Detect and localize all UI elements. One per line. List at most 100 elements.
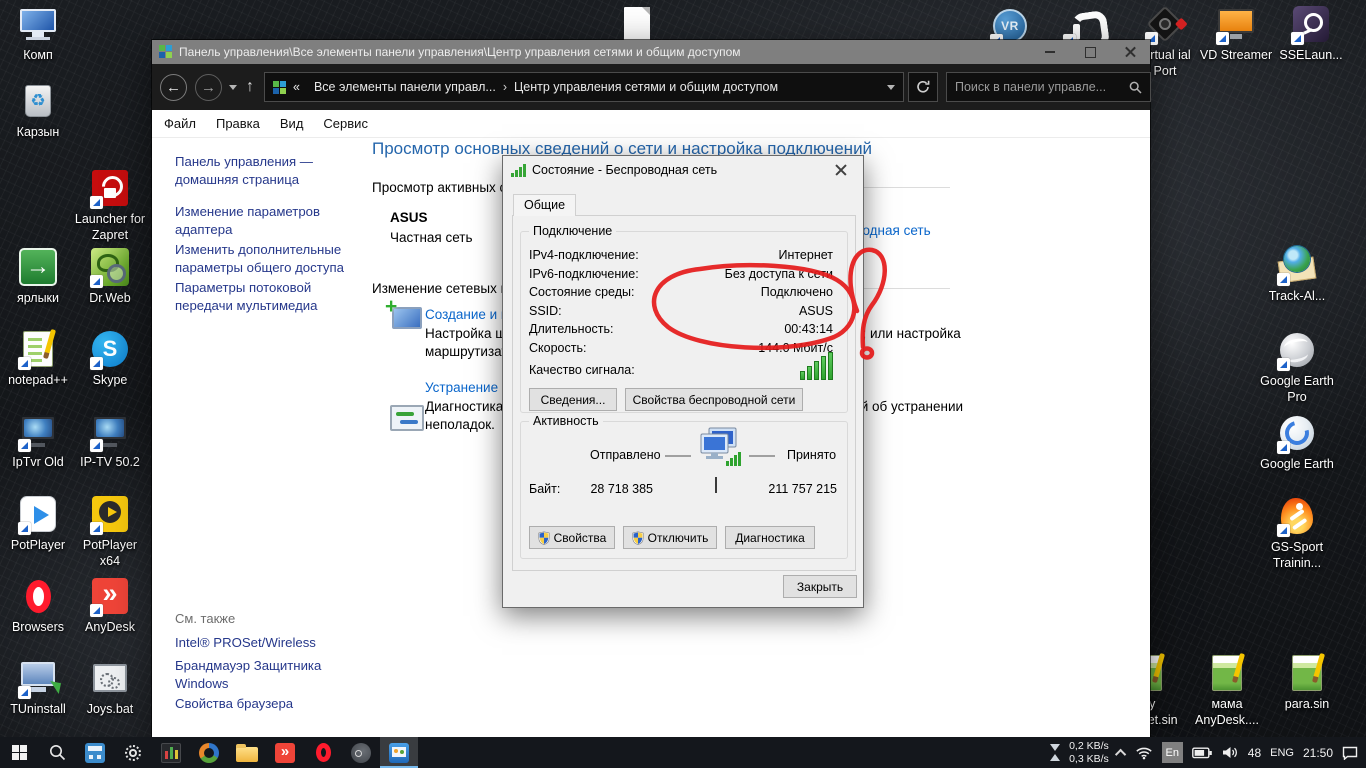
taskbar-anydesk-button[interactable] bbox=[266, 737, 304, 768]
forward-button[interactable]: → bbox=[195, 73, 222, 101]
desktop-icon-track-al[interactable]: Track-Al... bbox=[1260, 245, 1334, 304]
desktop-icon-anydesk[interactable]: AnyDesk bbox=[73, 576, 147, 635]
menu-edit[interactable]: Правка bbox=[206, 116, 270, 131]
opera-ring-icon bbox=[315, 743, 331, 762]
received-label: Принято bbox=[787, 448, 837, 462]
dialog-titlebar[interactable]: Состояние - Беспроводная сеть bbox=[503, 156, 863, 184]
hidden-icons-chevron-icon[interactable] bbox=[1114, 748, 1127, 760]
taskbar-calculator-button[interactable] bbox=[76, 737, 114, 768]
wifi-icon[interactable] bbox=[1135, 746, 1153, 760]
search-input[interactable] bbox=[955, 80, 1129, 94]
breadcrumb-separator: › bbox=[502, 80, 508, 94]
taskbar-settings-button[interactable] bbox=[114, 737, 152, 768]
network-name: ASUS bbox=[390, 210, 428, 225]
sidebar-item-media-streaming[interactable]: Параметры потоковой передачи мультимедиа bbox=[175, 279, 355, 315]
desktop-icon-gs-sport[interactable]: GS-Sport Trainin... bbox=[1260, 496, 1334, 571]
desktop-icon-mama-anydesk[interactable]: мама AnyDesk.... bbox=[1190, 653, 1264, 728]
button-label: Свойства bbox=[553, 530, 607, 545]
network-speed-indicator[interactable]: 0,2 KB/s 0,3 KB/s bbox=[1069, 740, 1109, 764]
desktop-icon-zapret[interactable]: Launcher for Zapret bbox=[73, 168, 147, 243]
breadcrumb-overflow[interactable]: « bbox=[293, 80, 300, 94]
recent-pages-chevron-icon[interactable] bbox=[229, 84, 237, 90]
menu-file[interactable]: Файл bbox=[154, 116, 206, 131]
network-type: Частная сеть bbox=[390, 230, 473, 245]
sidebar-item-browser-properties[interactable]: Свойства браузера bbox=[175, 695, 293, 713]
desktop-icon-notepadpp[interactable]: notepad++ bbox=[1, 329, 75, 388]
desktop-icon-skype[interactable]: Skype bbox=[73, 329, 147, 388]
close-icon[interactable] bbox=[818, 156, 863, 184]
disconnect-button[interactable]: Отключить bbox=[623, 526, 717, 549]
desktop-icon-google-earth[interactable]: Google Earth bbox=[1260, 413, 1334, 472]
search-box[interactable] bbox=[946, 72, 1151, 102]
up-button[interactable]: ↑ bbox=[246, 78, 254, 96]
refresh-button[interactable] bbox=[908, 72, 938, 102]
desktop-icon-iptvr-old[interactable]: IpTvr Old bbox=[1, 411, 75, 470]
desktop-icon-label: Joys.bat bbox=[86, 702, 134, 716]
taskbar-monitor-app-button[interactable] bbox=[152, 737, 190, 768]
desktop-icon-computer[interactable]: Комп bbox=[1, 4, 75, 63]
desktop-icon-recycle-bin[interactable]: Карзын bbox=[1, 81, 75, 140]
taskbar-round-app-button[interactable] bbox=[342, 737, 380, 768]
divider bbox=[665, 455, 691, 457]
desktop-icon-iptv-502[interactable]: IP-TV 50.2 bbox=[73, 411, 147, 470]
taskbar-search-button[interactable] bbox=[38, 737, 76, 768]
upload-speed: 0,3 KB/s bbox=[1069, 752, 1109, 765]
desktop-icon-potplayer-x64[interactable]: PotPlayer x64 bbox=[73, 494, 147, 569]
breadcrumb-network-center[interactable]: Центр управления сетями и общим доступом bbox=[514, 80, 778, 94]
desktop-icon-document[interactable] bbox=[600, 4, 674, 44]
sidebar-item-home[interactable]: Панель управления — домашняя страница bbox=[175, 153, 353, 189]
desktop-icon-label: PotPlayer x64 bbox=[82, 538, 138, 568]
maximize-button[interactable] bbox=[1070, 40, 1110, 64]
clock[interactable]: 21:50 bbox=[1303, 746, 1333, 760]
tv-icon bbox=[1, 411, 75, 452]
close-dialog-button[interactable]: Закрыть bbox=[783, 575, 857, 598]
minimize-button[interactable] bbox=[1030, 40, 1070, 64]
battery-icon[interactable] bbox=[1191, 747, 1213, 759]
desktop-icon-joys-bat[interactable]: Joys.bat bbox=[73, 658, 147, 717]
wireless-properties-button[interactable]: Свойства беспроводной сети bbox=[625, 388, 803, 411]
tv-icon bbox=[73, 411, 147, 452]
temperature-indicator[interactable]: 48 bbox=[1248, 746, 1261, 760]
desktop-icon-sselauncher[interactable]: SSELaun... bbox=[1274, 4, 1348, 63]
sidebar-item-intel-proset[interactable]: Intel® PROSet/Wireless bbox=[175, 634, 316, 652]
sidebar-item-firewall[interactable]: Брандмауэр Защитника Windows bbox=[175, 657, 345, 693]
shortcut-arrow-icon bbox=[18, 439, 31, 452]
language-indicator[interactable]: ENG bbox=[1270, 747, 1294, 759]
green-arrow-icon bbox=[1, 247, 75, 287]
taskbar-control-panel-button[interactable] bbox=[380, 737, 418, 768]
sidebar-item-sharing-settings[interactable]: Изменить дополнительные параметры общего… bbox=[175, 241, 380, 277]
address-dropdown-chevron-icon[interactable] bbox=[887, 84, 895, 90]
close-button[interactable] bbox=[1110, 40, 1150, 64]
menu-service[interactable]: Сервис bbox=[313, 116, 378, 131]
desktop-icon-drweb[interactable]: Dr.Web bbox=[73, 247, 147, 306]
desktop-icon-google-earth-pro[interactable]: Google Earth Pro bbox=[1260, 330, 1334, 405]
control-panel-icon bbox=[389, 742, 409, 763]
properties-button[interactable]: Свойства bbox=[529, 526, 615, 549]
control-panel-icon bbox=[273, 80, 286, 94]
desktop-icon-browsers[interactable]: Browsers bbox=[1, 576, 75, 635]
tab-general[interactable]: Общие bbox=[513, 194, 577, 216]
desktop-icon-potplayer[interactable]: PotPlayer bbox=[1, 494, 75, 553]
desktop-icon-tuninstall[interactable]: TUninstall bbox=[1, 658, 75, 717]
action-center-icon[interactable] bbox=[1342, 746, 1358, 760]
sidebar-item-adapter-settings[interactable]: Изменение параметров адаптера bbox=[175, 203, 353, 239]
diagnostics-button[interactable]: Диагностика bbox=[725, 526, 815, 549]
window-titlebar[interactable]: Панель управления\Все элементы панели уп… bbox=[152, 40, 1150, 64]
volume-icon[interactable] bbox=[1222, 746, 1239, 759]
details-button[interactable]: Сведения... bbox=[529, 388, 617, 411]
row-label: Состояние среды: bbox=[529, 285, 635, 300]
button-label: Отключить bbox=[647, 530, 709, 545]
breadcrumb-all-items[interactable]: Все элементы панели управл... bbox=[314, 80, 496, 94]
desktop-icon-vd-streamer[interactable]: VD Streamer bbox=[1199, 4, 1273, 63]
taskbar-ring-app-button[interactable] bbox=[190, 737, 228, 768]
input-language-badge[interactable]: En bbox=[1161, 742, 1183, 763]
menu-view[interactable]: Вид bbox=[270, 116, 314, 131]
back-button[interactable]: ← bbox=[160, 73, 187, 101]
address-bar[interactable]: « Все элементы панели управл... › Центр … bbox=[264, 72, 904, 102]
desktop-icon-shortcuts[interactable]: ярлыки bbox=[1, 247, 75, 306]
taskbar-explorer-button[interactable] bbox=[228, 737, 266, 768]
taskbar-opera-button[interactable] bbox=[304, 737, 342, 768]
desktop-icon-label: SSELaun... bbox=[1279, 48, 1343, 62]
desktop-icon-para-sin[interactable]: para.sin bbox=[1270, 653, 1344, 712]
start-button[interactable] bbox=[0, 737, 38, 768]
